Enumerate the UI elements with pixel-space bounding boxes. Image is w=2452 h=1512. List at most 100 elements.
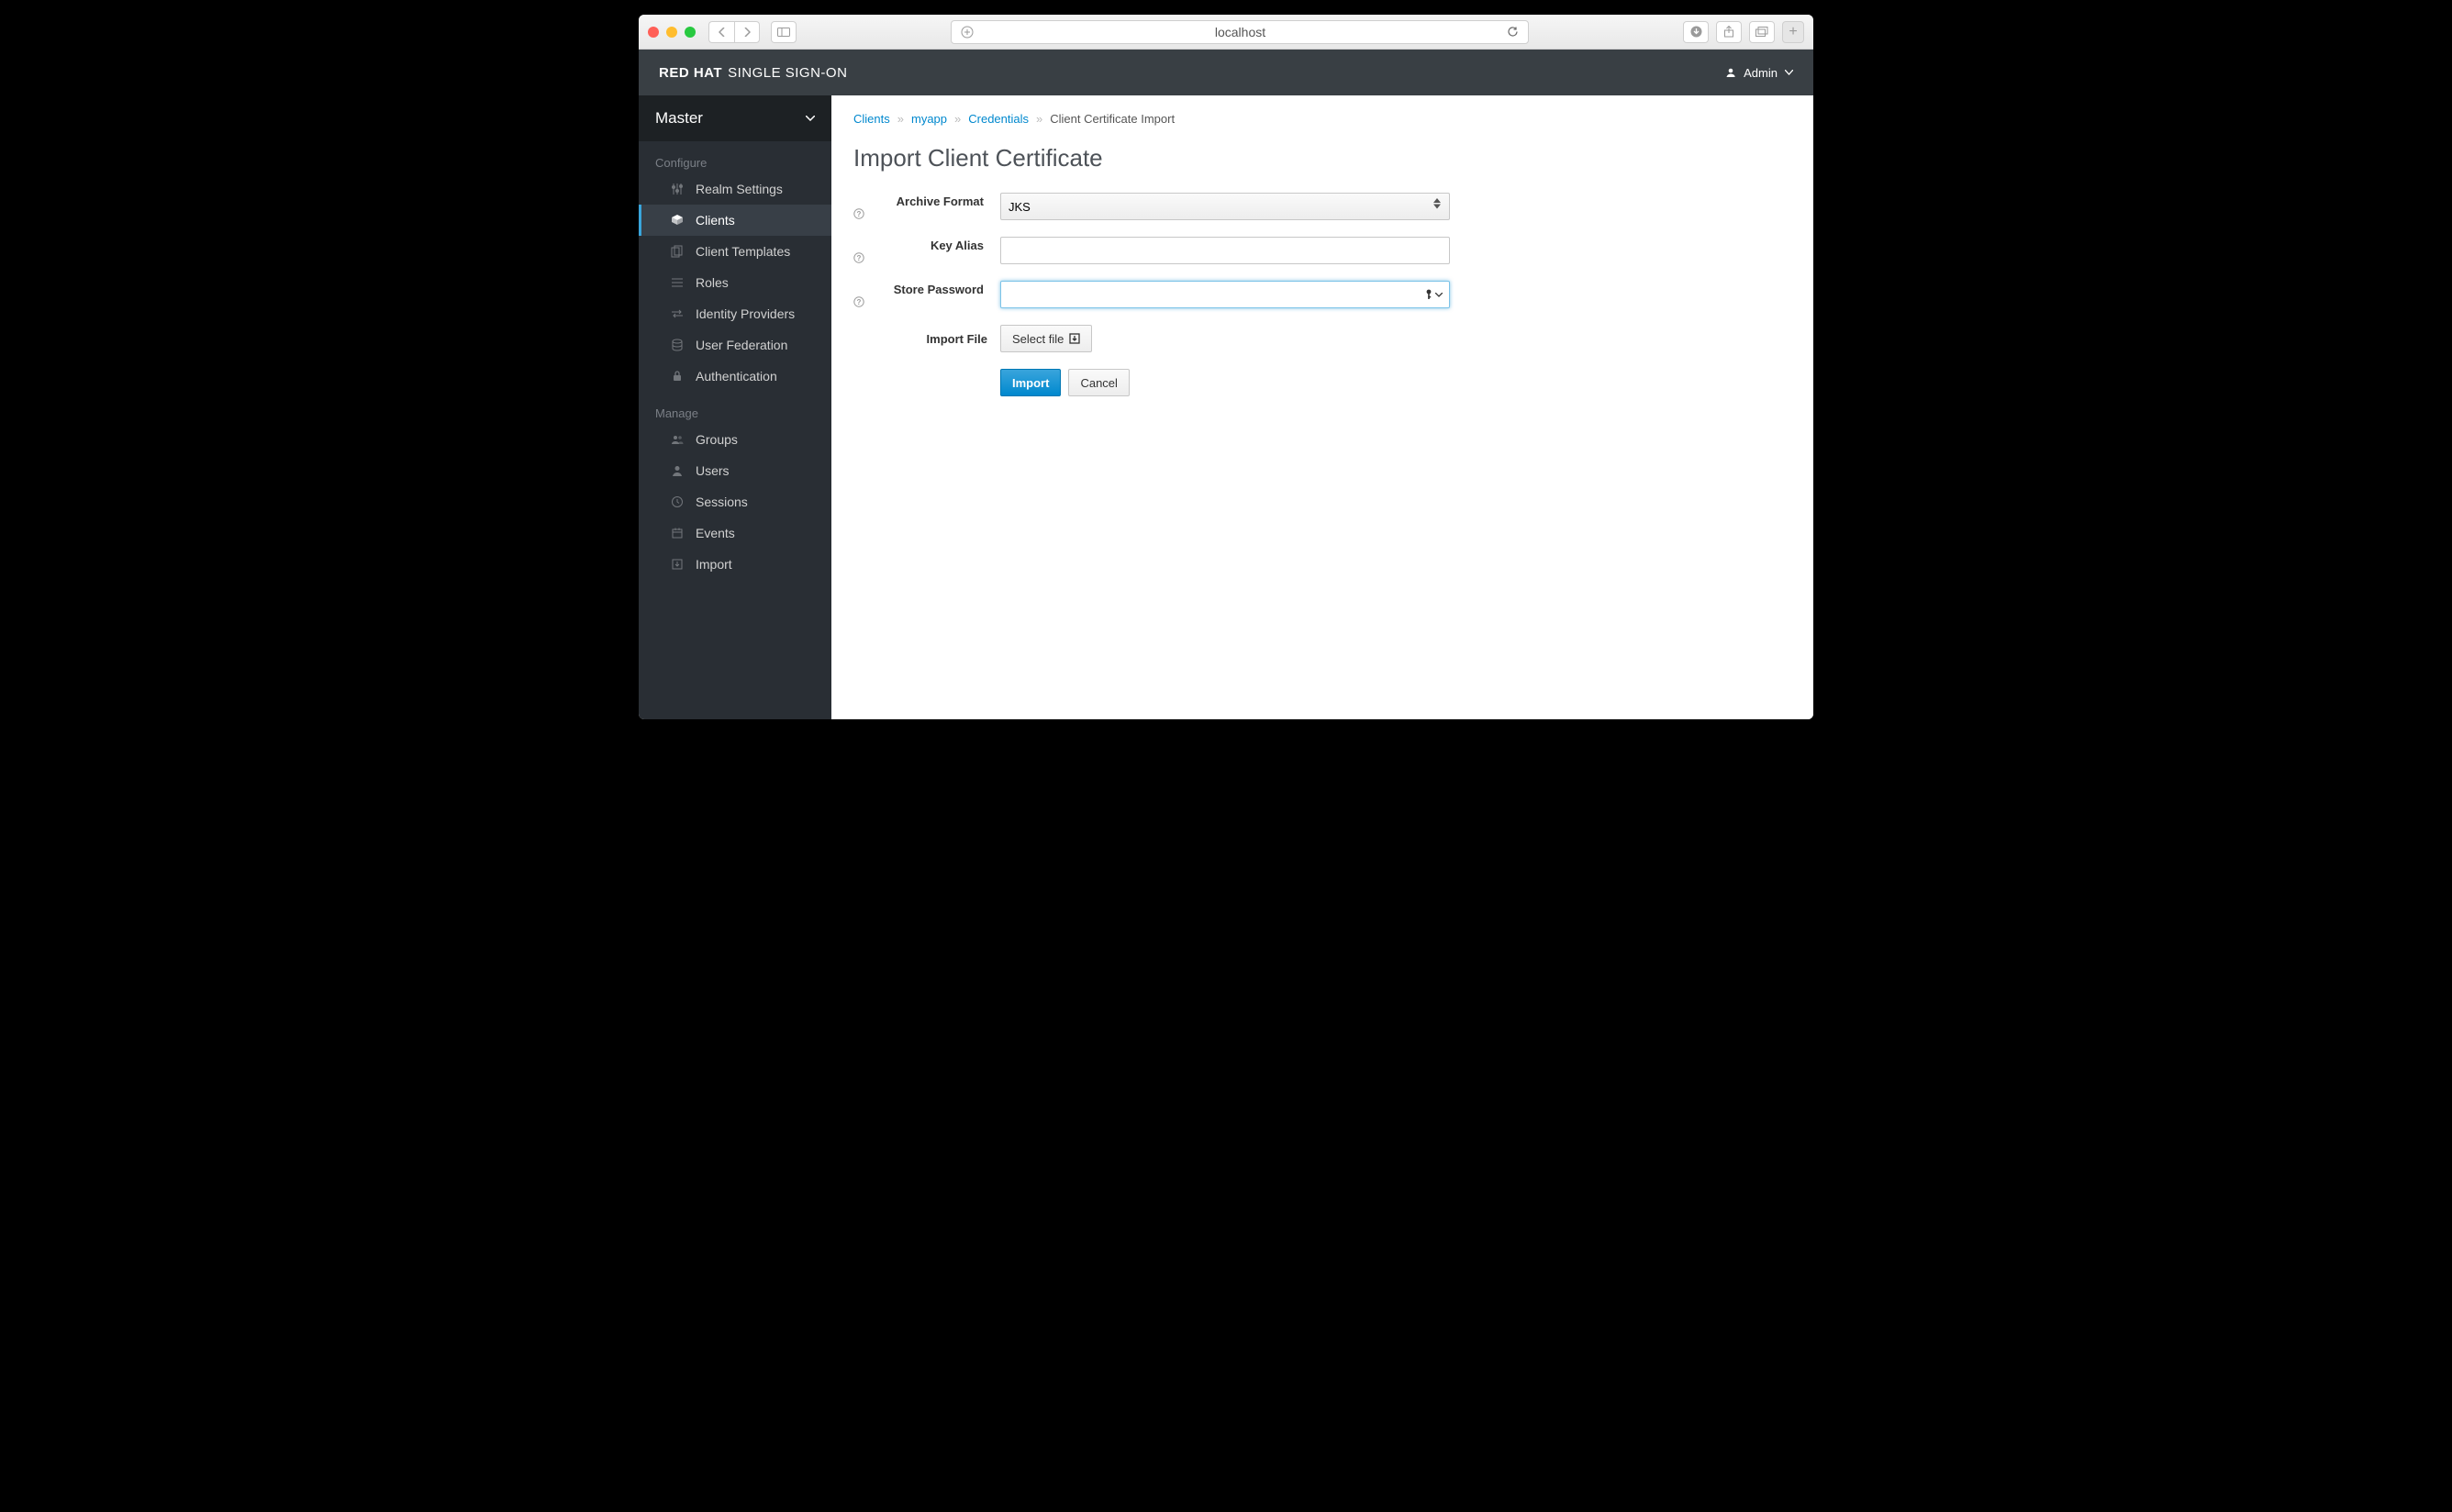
select-file-label: Select file — [1012, 332, 1064, 346]
chevron-right-icon: » — [897, 112, 904, 126]
sidebar-item-label: Users — [696, 463, 730, 478]
sidebar-item-import[interactable]: Import — [639, 549, 831, 580]
list-icon — [670, 276, 685, 289]
row-actions: Import Cancel — [853, 369, 1791, 396]
window-close-icon[interactable] — [648, 27, 659, 38]
sidebar-item-label: Realm Settings — [696, 182, 783, 196]
user-icon — [1725, 67, 1736, 78]
key-alias-input[interactable] — [1000, 237, 1450, 264]
svg-text:?: ? — [857, 210, 862, 218]
user-menu[interactable]: Admin — [1725, 66, 1793, 80]
svg-text:?: ? — [857, 298, 862, 306]
sidebar-item-label: Roles — [696, 275, 729, 290]
select-file-button[interactable]: Select file — [1000, 325, 1092, 352]
chevron-down-icon — [806, 116, 815, 121]
section-configure-title: Configure — [639, 141, 831, 173]
copy-icon — [670, 245, 685, 258]
sidebar-item-label: Clients — [696, 213, 735, 228]
row-store-password: Store Password ? — [853, 281, 1791, 308]
back-button[interactable] — [708, 21, 734, 43]
sidebar-item-groups[interactable]: Groups — [639, 424, 831, 455]
row-import-file: Import File Select file — [853, 325, 1791, 352]
label-import-file: Import File — [927, 332, 987, 346]
brand-light: SINGLE SIGN-ON — [728, 65, 847, 81]
sidebar-item-label: Authentication — [696, 369, 777, 384]
reload-icon[interactable] — [1507, 26, 1519, 38]
sidebar-item-users[interactable]: Users — [639, 455, 831, 486]
breadcrumb-current: Client Certificate Import — [1050, 112, 1175, 126]
lock-icon — [670, 370, 685, 383]
sidebar-item-clients[interactable]: Clients — [639, 205, 831, 236]
sidebar-toggle-button[interactable] — [771, 21, 797, 43]
download-box-icon — [1069, 333, 1080, 344]
help-icon[interactable]: ? — [853, 252, 987, 263]
import-icon — [670, 558, 685, 571]
forward-button[interactable] — [734, 21, 760, 43]
sidebar-item-label: Sessions — [696, 495, 748, 509]
realm-selector[interactable]: Master — [639, 95, 831, 141]
app-header: RED HAT SINGLE SIGN-ON Admin — [639, 50, 1813, 95]
chevron-right-icon: » — [954, 112, 961, 126]
password-autofill-icon[interactable] — [1424, 289, 1443, 300]
import-button[interactable]: Import — [1000, 369, 1061, 396]
breadcrumb-credentials[interactable]: Credentials — [968, 112, 1029, 126]
database-icon — [670, 339, 685, 351]
window-zoom-icon[interactable] — [685, 27, 696, 38]
cancel-button[interactable]: Cancel — [1068, 369, 1129, 396]
brand-bold: RED HAT — [659, 65, 722, 81]
brand-logo[interactable]: RED HAT SINGLE SIGN-ON — [659, 65, 847, 81]
svg-text:?: ? — [857, 254, 862, 262]
chevron-down-icon — [1785, 70, 1793, 75]
help-icon[interactable]: ? — [853, 296, 987, 307]
share-button[interactable] — [1716, 21, 1742, 43]
chevron-right-icon: » — [1036, 112, 1042, 126]
label-archive-format: Archive Format — [897, 195, 984, 208]
help-icon[interactable]: ? — [853, 208, 987, 219]
sidebar-item-realm-settings[interactable]: Realm Settings — [639, 173, 831, 205]
sidebar: Master Configure Realm Settings Clients — [639, 95, 831, 719]
browser-window: localhost + RED HAT SINGLE SIGN-ON — [639, 15, 1813, 719]
breadcrumb-clients[interactable]: Clients — [853, 112, 890, 126]
sliders-icon — [670, 183, 685, 195]
sidebar-item-label: Events — [696, 526, 735, 540]
sidebar-item-identity-providers[interactable]: Identity Providers — [639, 298, 831, 329]
downloads-button[interactable] — [1683, 21, 1709, 43]
breadcrumb-myapp[interactable]: myapp — [911, 112, 947, 126]
sidebar-item-events[interactable]: Events — [639, 517, 831, 549]
sidebar-item-label: Identity Providers — [696, 306, 795, 321]
window-minimize-icon[interactable] — [666, 27, 677, 38]
clock-icon — [670, 495, 685, 508]
user-name: Admin — [1744, 66, 1778, 80]
store-password-input[interactable] — [1000, 281, 1450, 308]
realm-name: Master — [655, 109, 703, 128]
sidebar-item-label: Import — [696, 557, 732, 572]
app-root: RED HAT SINGLE SIGN-ON Admin Master — [639, 50, 1813, 719]
sidebar-item-client-templates[interactable]: Client Templates — [639, 236, 831, 267]
sidebar-item-roles[interactable]: Roles — [639, 267, 831, 298]
address-host: localhost — [981, 25, 1499, 39]
row-archive-format: Archive Format ? JKS — [853, 193, 1791, 220]
group-icon — [670, 433, 685, 446]
archive-format-select[interactable]: JKS — [1000, 193, 1450, 220]
sidebar-item-label: User Federation — [696, 338, 787, 352]
sidebar-item-label: Client Templates — [696, 244, 790, 259]
row-key-alias: Key Alias ? — [853, 237, 1791, 264]
breadcrumb: Clients » myapp » Credentials » Client C… — [853, 112, 1791, 126]
browser-toolbar: localhost + — [639, 15, 1813, 50]
sidebar-item-label: Groups — [696, 432, 738, 447]
new-tab-button[interactable]: + — [1782, 21, 1804, 43]
page-title: Import Client Certificate — [853, 144, 1791, 172]
sidebar-item-sessions[interactable]: Sessions — [639, 486, 831, 517]
nav-back-forward — [708, 21, 760, 43]
tabs-button[interactable] — [1749, 21, 1775, 43]
section-manage-title: Manage — [639, 392, 831, 424]
window-controls — [648, 27, 696, 38]
sidebar-item-user-federation[interactable]: User Federation — [639, 329, 831, 361]
label-store-password: Store Password — [894, 283, 984, 296]
label-key-alias: Key Alias — [931, 239, 984, 252]
sidebar-item-authentication[interactable]: Authentication — [639, 361, 831, 392]
address-bar[interactable]: localhost — [951, 20, 1529, 44]
reader-plus-icon — [961, 26, 974, 39]
user-icon — [670, 464, 685, 477]
main-content: Clients » myapp » Credentials » Client C… — [831, 95, 1813, 719]
